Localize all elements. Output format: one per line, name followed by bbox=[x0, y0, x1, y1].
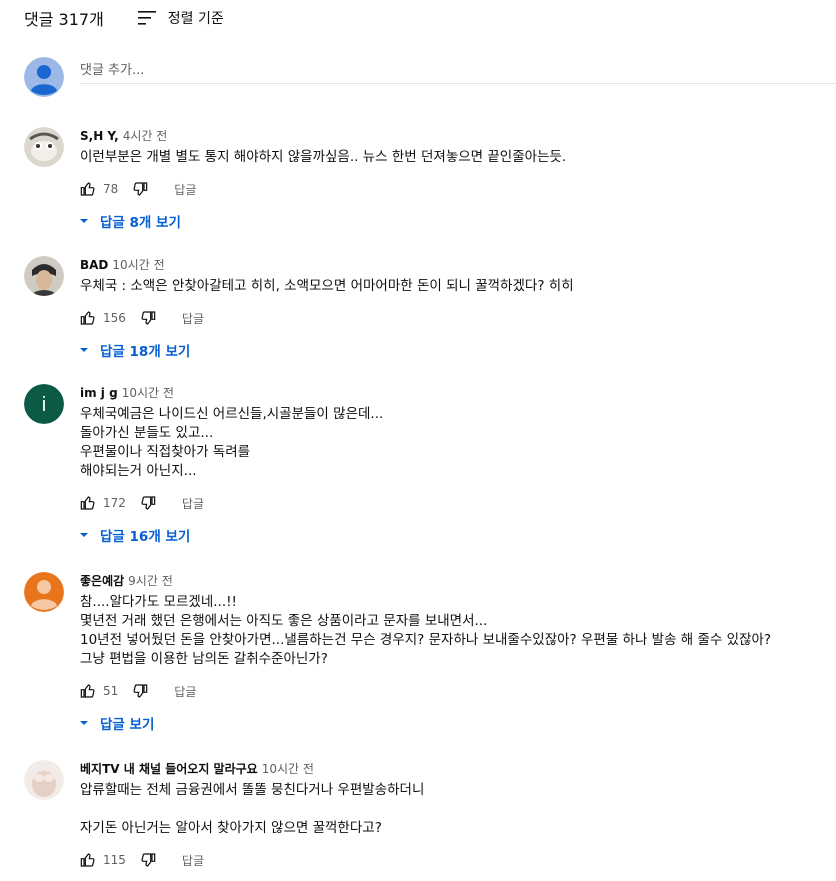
comment-thread: BAD 10시간 전 우체국 : 소액은 안찾아갈테고 히히, 소액모으면 어마어… bbox=[24, 256, 836, 360]
chevron-down-icon bbox=[78, 215, 90, 227]
thumbs-up-icon bbox=[80, 495, 96, 511]
avatar[interactable] bbox=[24, 127, 64, 167]
view-replies-label: 답글 16개 보기 bbox=[100, 529, 191, 545]
comment-time[interactable]: 10시간 전 bbox=[262, 762, 314, 776]
thumbs-up-icon bbox=[80, 310, 96, 326]
comment-text: 압류할때는 전체 금융권에서 똘똘 뭉친다거나 우편발송하더니 자기돈 아닌거는… bbox=[80, 782, 425, 836]
thumbs-up-icon bbox=[80, 181, 96, 197]
comment-time[interactable]: 10시간 전 bbox=[122, 386, 174, 400]
avatar[interactable] bbox=[24, 256, 64, 296]
avatar[interactable]: i bbox=[24, 384, 64, 424]
dislike-button[interactable] bbox=[132, 181, 148, 197]
comment-thread: S,H Y, 4시간 전 이런부분은 개별 별도 통지 해야하지 않을까싶음.. … bbox=[24, 127, 836, 231]
chevron-down-icon bbox=[78, 717, 90, 729]
comment-text: 참....알다가도 모르겠네...!! 몇년전 거래 했던 은행에서는 아직도 … bbox=[80, 594, 772, 667]
reply-button[interactable]: 답글 bbox=[182, 852, 204, 869]
comment-count: 댓글 317개 bbox=[24, 10, 104, 29]
view-replies-label: 답글 18개 보기 bbox=[100, 344, 191, 360]
thumbs-up-icon bbox=[80, 683, 96, 699]
view-replies-label: 답글 보기 bbox=[100, 717, 155, 733]
comment-author[interactable]: S,H Y, bbox=[80, 129, 119, 143]
chevron-down-icon bbox=[78, 344, 90, 356]
like-button[interactable]: 172 bbox=[80, 495, 126, 511]
comment-text: 우체국 : 소액은 안찾아갈테고 히히, 소액모으면 어마어마한 돈이 되니 꿀… bbox=[80, 278, 574, 294]
sort-button[interactable]: 정렬 기준 bbox=[137, 8, 224, 28]
like-count: 156 bbox=[103, 311, 126, 325]
my-avatar bbox=[24, 57, 64, 97]
thumbs-down-icon bbox=[140, 310, 156, 326]
comment-time[interactable]: 9시간 전 bbox=[128, 574, 173, 588]
avatar[interactable] bbox=[24, 760, 64, 800]
comment-author[interactable]: 베지TV 내 채널 들어오지 말라구요 bbox=[80, 762, 258, 776]
like-button[interactable]: 115 bbox=[80, 852, 126, 868]
reply-button[interactable]: 답글 bbox=[182, 310, 204, 327]
comment-thread: i im j g 10시간 전 우체국예금은 나이드신 어르신들,시골분들이 많은… bbox=[24, 384, 836, 545]
thumbs-down-icon bbox=[132, 683, 148, 699]
comment-text: 우체국예금은 나이드신 어르신들,시골분들이 많은데... 돌아가신 분들도 있… bbox=[80, 406, 384, 479]
like-count: 172 bbox=[103, 496, 126, 510]
comment-thread: 베지TV 내 채널 들어오지 말라구요 10시간 전 압류할때는 전체 금융권에서… bbox=[24, 760, 836, 872]
thumbs-up-icon bbox=[80, 852, 96, 868]
sort-label: 정렬 기준 bbox=[167, 11, 224, 27]
add-comment-input[interactable]: 댓글 추가... bbox=[80, 57, 836, 84]
like-button[interactable]: 51 bbox=[80, 683, 118, 699]
dislike-button[interactable] bbox=[140, 852, 156, 868]
dislike-button[interactable] bbox=[132, 683, 148, 699]
avatar[interactable] bbox=[24, 572, 64, 612]
add-comment-row: 댓글 추가... bbox=[24, 57, 836, 97]
reply-button[interactable]: 답글 bbox=[174, 683, 196, 700]
dislike-button[interactable] bbox=[140, 495, 156, 511]
comment-time[interactable]: 10시간 전 bbox=[112, 258, 164, 272]
comment-thread: 좋은예감 9시간 전 참....알다가도 모르겠네...!! 몇년전 거래 했던 … bbox=[24, 572, 836, 733]
view-replies-button[interactable]: 답글 8개 보기 bbox=[78, 211, 836, 231]
comment-time[interactable]: 4시간 전 bbox=[123, 129, 168, 143]
thumbs-down-icon bbox=[140, 852, 156, 868]
comment-author[interactable]: BAD bbox=[80, 258, 108, 272]
like-count: 51 bbox=[103, 684, 119, 698]
comment-text: 이런부분은 개별 별도 통지 해야하지 않을까싶음.. 뉴스 한번 던져놓으면 … bbox=[80, 149, 567, 165]
view-replies-label: 답글 8개 보기 bbox=[100, 215, 181, 231]
like-button[interactable]: 78 bbox=[80, 181, 118, 197]
comments-header: 댓글 317개 정렬 기준 bbox=[24, 6, 224, 30]
svg-text:i: i bbox=[42, 394, 46, 416]
view-replies-button[interactable]: 답글 보기 bbox=[78, 713, 836, 733]
sort-icon bbox=[137, 10, 158, 26]
chevron-down-icon bbox=[78, 529, 90, 541]
dislike-button[interactable] bbox=[140, 310, 156, 326]
reply-button[interactable]: 답글 bbox=[182, 495, 204, 512]
reply-button[interactable]: 답글 bbox=[174, 181, 196, 198]
view-replies-button[interactable]: 답글 18개 보기 bbox=[78, 340, 836, 360]
like-count: 78 bbox=[103, 182, 119, 196]
like-count: 115 bbox=[103, 853, 126, 867]
thumbs-down-icon bbox=[132, 181, 148, 197]
view-replies-button[interactable]: 답글 16개 보기 bbox=[78, 525, 836, 545]
comment-author[interactable]: 좋은예감 bbox=[80, 574, 124, 588]
thumbs-down-icon bbox=[140, 495, 156, 511]
comment-author[interactable]: im j g bbox=[80, 386, 118, 400]
like-button[interactable]: 156 bbox=[80, 310, 126, 326]
